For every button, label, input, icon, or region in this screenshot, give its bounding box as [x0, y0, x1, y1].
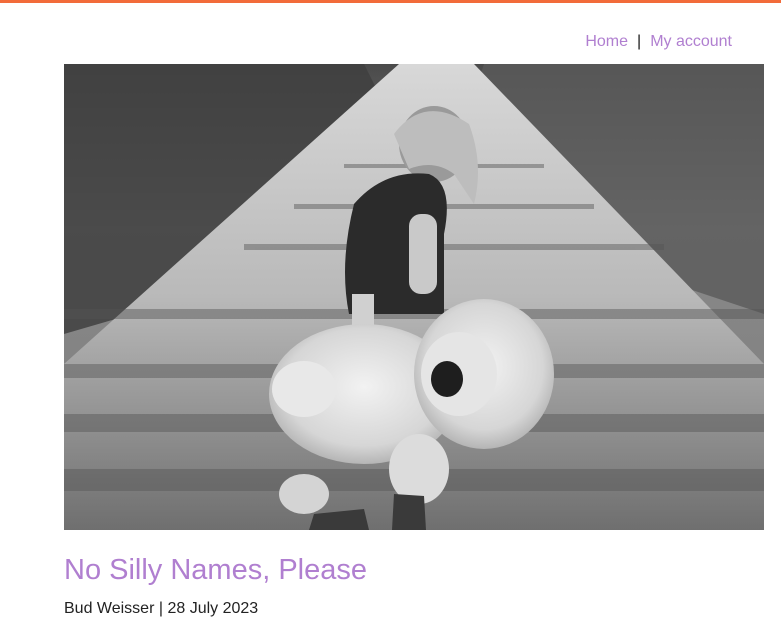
nav-home-link[interactable]: Home [585, 33, 628, 50]
post-byline: Bud Weisser | 28 July 2023 [64, 600, 258, 618]
byline-separator: | [158, 600, 164, 617]
post-date: 28 July 2023 [167, 600, 259, 617]
nav-separator: | [637, 33, 642, 50]
top-accent-bar [0, 0, 781, 3]
nav-my-account-link[interactable]: My account [650, 33, 732, 50]
photo-child-with-stuffed-lion-icon [64, 64, 764, 530]
post-title[interactable]: No Silly Names, Please [64, 552, 367, 588]
post-author: Bud Weisser [64, 600, 155, 617]
hero-image [64, 64, 764, 530]
top-nav: Home | My account [585, 33, 732, 51]
